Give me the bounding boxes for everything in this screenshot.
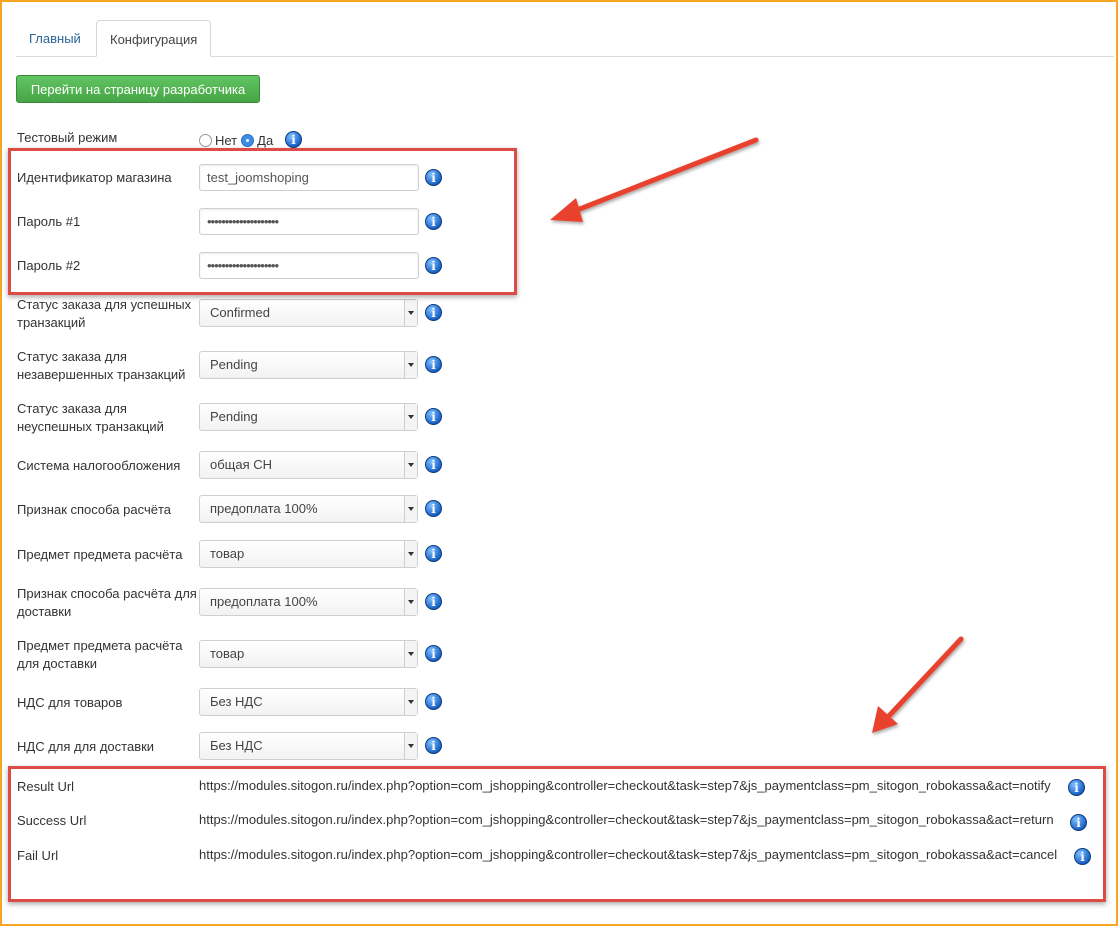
red-arrow-annotation [550,137,964,733]
page-frame: Главный Конфигурация Перейти на страницу… [0,0,1118,926]
